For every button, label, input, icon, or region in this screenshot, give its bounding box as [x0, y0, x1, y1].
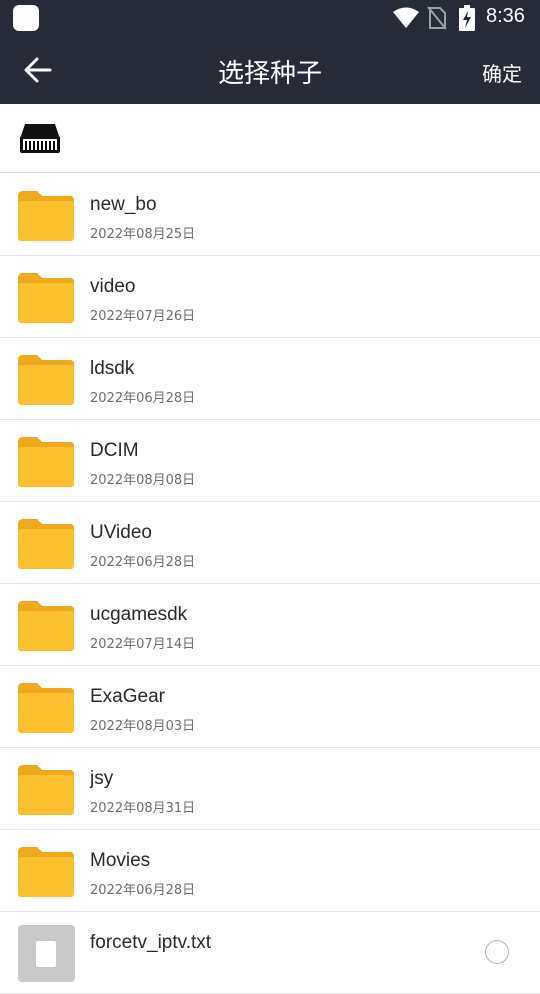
folder-row[interactable]: ldsdk 2022年06月28日 [0, 338, 540, 420]
file-name: video [90, 276, 136, 297]
folder-row[interactable]: Movies 2022年06月28日 [0, 830, 540, 912]
file-date: 2022年08月31日 [90, 801, 196, 816]
file-list: new_bo 2022年08月25日 video 2022年07月26日 ldsdk 20… [0, 174, 540, 994]
folder-row[interactable]: new_bo 2022年08月25日 [0, 174, 540, 256]
folder-row[interactable]: video 2022年07月26日 [0, 256, 540, 338]
file-date: 2022年06月28日 [90, 555, 196, 570]
file-date: 2022年08月08日 [90, 473, 196, 488]
page-title: 选择种子 [217, 59, 322, 89]
folder-row[interactable]: ExaGear 2022年08月03日 [0, 666, 540, 748]
file-name: ExaGear [90, 686, 165, 707]
app-bar: 选择种子 确定 [0, 36, 540, 104]
status-bar: 8:36 [0, 0, 540, 36]
file-name: jsy [90, 768, 114, 789]
file-name: forcetv_iptv.txt [90, 932, 212, 953]
folder-icon [18, 847, 74, 897]
file-name: DCIM [90, 440, 139, 461]
file-date: 2022年08月25日 [90, 227, 196, 242]
file-date: 2022年07月14日 [90, 637, 196, 652]
folder-icon [18, 765, 74, 815]
file-date: 2022年06月28日 [90, 883, 196, 898]
file-date: 2022年06月28日 [90, 391, 196, 406]
folder-row[interactable]: jsy 2022年08月31日 [0, 748, 540, 830]
top-bar: 8:36 选择种子 确定 [0, 0, 540, 104]
battery-charging-icon [459, 5, 475, 31]
file-row[interactable]: forcetv_iptv.txt [0, 912, 540, 994]
folder-icon [18, 191, 74, 241]
clock: 8:36 [486, 5, 525, 27]
path-bar [0, 104, 540, 173]
text-file-icon [18, 925, 75, 982]
wifi-icon [393, 7, 419, 28]
file-name: new_bo [90, 194, 157, 215]
folder-icon [18, 519, 74, 569]
storage-drive-icon[interactable] [19, 122, 61, 154]
no-sim-icon [427, 6, 447, 30]
file-date: 2022年08月03日 [90, 719, 196, 734]
confirm-button[interactable]: 确定 [482, 58, 522, 87]
file-name: Movies [90, 850, 151, 871]
folder-row[interactable]: DCIM 2022年08月08日 [0, 420, 540, 502]
select-radio[interactable] [485, 940, 509, 964]
folder-icon [18, 437, 74, 487]
folder-icon [18, 683, 74, 733]
file-name: ldsdk [90, 358, 135, 379]
folder-row[interactable]: UVideo 2022年06月28日 [0, 502, 540, 584]
file-name: ucgamesdk [90, 604, 188, 625]
file-name: UVideo [90, 522, 152, 543]
folder-icon [18, 273, 74, 323]
folder-icon [18, 601, 74, 651]
folder-icon [18, 355, 74, 405]
app-notification-icon [13, 5, 39, 31]
folder-row[interactable]: ucgamesdk 2022年07月14日 [0, 584, 540, 666]
file-date: 2022年07月26日 [90, 309, 196, 324]
